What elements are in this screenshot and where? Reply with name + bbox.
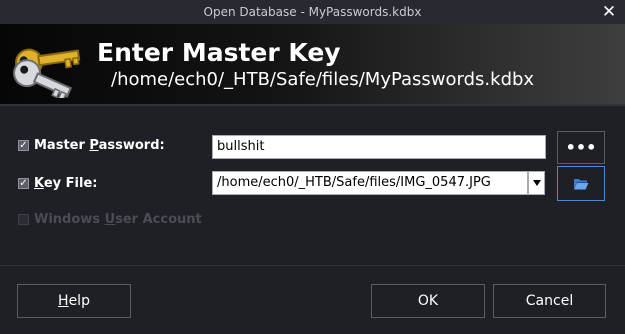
close-icon[interactable]: ✕ [599,2,619,22]
master-password-input[interactable]: bullshit [212,135,546,159]
browse-key-file-button[interactable] [557,166,605,201]
header-banner: Enter Master Key /home/ech0/_HTB/Safe/fi… [0,24,625,104]
footer-divider [0,265,625,266]
master-password-checkbox[interactable]: ✓ [18,140,29,151]
windows-account-checkbox[interactable] [18,214,29,225]
windows-account-row: Windows User Account [18,212,202,227]
key-file-label: Key File: [34,176,98,191]
folder-open-icon [574,178,589,189]
cancel-button[interactable]: Cancel [493,284,606,318]
banner-divider [0,104,625,106]
window-title: Open Database - MyPasswords.kdbx [203,5,422,19]
master-password-row: ✓ Master Password: [18,138,165,153]
help-button[interactable]: Help [17,284,131,318]
show-password-button[interactable]: ••• [557,131,605,164]
chevron-down-icon [532,180,541,186]
key-icon [13,48,81,98]
windows-account-label: Windows User Account [34,212,202,227]
ok-button[interactable]: OK [371,284,485,318]
key-file-input[interactable]: /home/ech0/_HTB/Safe/files/IMG_0547.JPG [212,171,528,195]
key-file-row: ✓ Key File: [18,176,97,191]
dialog-heading: Enter Master Key [97,38,341,67]
key-file-dropdown-button[interactable] [528,171,545,195]
key-file-checkbox[interactable]: ✓ [18,178,29,189]
title-bar: Open Database - MyPasswords.kdbx ✕ [0,0,625,24]
master-password-label: Master Password: [34,138,165,153]
database-path: /home/ech0/_HTB/Safe/files/MyPasswords.k… [111,69,535,90]
